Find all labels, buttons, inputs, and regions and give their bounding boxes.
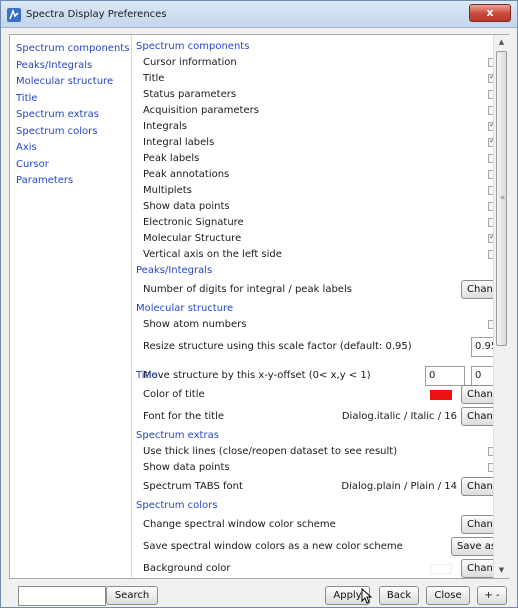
setting-row: Show atom numbers	[133, 317, 493, 333]
change-tabs-font-button[interactable]: Change	[461, 477, 493, 496]
window-title: Spectra Display Preferences	[26, 9, 167, 20]
setting-label: Peak labels	[143, 153, 200, 164]
setting-row: Title	[133, 71, 493, 87]
category-nav: Spectrum components Peaks/Integrals Mole…	[10, 35, 132, 578]
nav-item-parameters[interactable]: Parameters	[10, 173, 131, 190]
setting-label: Status parameters	[143, 89, 237, 100]
background-color-swatch	[430, 564, 452, 574]
back-button[interactable]: Back	[379, 586, 419, 605]
setting-row: Color of title Change	[133, 384, 493, 406]
setting-label: Show atom numbers	[143, 319, 247, 330]
setting-row: Cursor information	[133, 55, 493, 71]
setting-label: Electronic Signature	[143, 217, 244, 228]
preferences-window: Spectra Display Preferences x Spectrum c…	[0, 0, 518, 608]
setting-row: Save spectral window colors as a new col…	[133, 536, 493, 558]
setting-label: Use thick lines (close/reopen dataset to…	[143, 446, 398, 457]
section-header-spectrum-components: Spectrum components	[136, 41, 250, 52]
close-button[interactable]: Close	[426, 586, 470, 605]
setting-row: Status parameters	[133, 87, 493, 103]
section-header-molecular-structure: Molecular structure	[136, 303, 234, 314]
nav-item-spectrum-components[interactable]: Spectrum components	[10, 41, 131, 58]
app-icon	[7, 8, 21, 22]
scrollbar-thumb[interactable]: ≡	[496, 51, 507, 346]
vertical-scrollbar[interactable]: ▲ ≡ ▼	[493, 35, 509, 578]
setting-label: Multiplets	[143, 185, 192, 196]
search-input[interactable]	[18, 586, 106, 606]
nav-item-title[interactable]: Title	[10, 91, 131, 108]
section-header-peaks-integrals: Peaks/Integrals	[136, 265, 213, 276]
nav-item-cursor[interactable]: Cursor	[10, 157, 131, 174]
setting-label: Font for the title	[143, 411, 225, 422]
setting-label: Peak annotations	[143, 169, 230, 180]
setting-row: Peak labels	[133, 151, 493, 167]
setting-label: Background color	[143, 563, 231, 574]
title-font-value: Dialog.italic / Italic / 16	[341, 411, 457, 422]
setting-label: Cursor information	[143, 57, 237, 68]
change-title-color-button[interactable]: Change	[461, 385, 493, 404]
title-bar[interactable]: Spectra Display Preferences x	[1, 1, 517, 28]
setting-row: Integral labels	[133, 135, 493, 151]
nav-item-molecular-structure[interactable]: Molecular structure	[10, 74, 131, 91]
setting-label: Show data points	[143, 201, 230, 212]
setting-label: Save spectral window colors as a new col…	[143, 541, 403, 552]
setting-label: Vertical axis on the left side	[143, 249, 282, 260]
nav-item-axis[interactable]: Axis	[10, 140, 131, 157]
setting-row: Change spectral window color scheme Chan…	[133, 514, 493, 536]
grip-icon: ≡	[500, 194, 506, 201]
setting-label: Resize structure using this scale factor…	[143, 341, 412, 352]
section-header-spectrum-colors: Spectrum colors	[136, 500, 218, 511]
search-button[interactable]: Search	[106, 586, 158, 605]
setting-label: Acquisition parameters	[143, 105, 259, 116]
mouse-pointer-icon	[361, 588, 373, 604]
setting-row: Electronic Signature	[133, 215, 493, 231]
scroll-up-icon[interactable]: ▲	[494, 35, 509, 50]
setting-row: Acquisition parameters	[133, 103, 493, 119]
setting-row: Integrals	[133, 119, 493, 135]
setting-row: Spectrum TABS font Dialog.plain / Plain …	[133, 476, 493, 498]
setting-row: Peak annotations	[133, 167, 493, 183]
nav-item-spectrum-extras[interactable]: Spectrum extras	[10, 107, 131, 124]
section-header-spectrum-extras: Spectrum extras	[136, 430, 219, 441]
change-digits-button[interactable]: Change	[461, 280, 493, 299]
setting-label: Number of digits for integral / peak lab…	[143, 284, 352, 295]
setting-row: Show data points	[133, 199, 493, 215]
setting-row: Resize structure using this scale factor…	[133, 335, 493, 359]
section-header-title: Title	[136, 370, 158, 381]
setting-label: Spectrum TABS font	[143, 481, 243, 492]
setting-row: Molecular Structure	[133, 231, 493, 247]
settings-panel: Spectrum components Cursor information T…	[133, 35, 493, 578]
save-as-scheme-button[interactable]: Save as...	[451, 537, 493, 556]
change-color-scheme-button[interactable]: Change	[461, 515, 493, 534]
setting-label: Integrals	[143, 121, 187, 132]
setting-row: Use thick lines (close/reopen dataset to…	[133, 444, 493, 460]
setting-row: Multiplets	[133, 183, 493, 199]
setting-row: Background color Change	[133, 558, 493, 578]
preferences-content: Spectrum components Peaks/Integrals Mole…	[9, 34, 509, 579]
setting-row: Number of digits for integral / peak lab…	[133, 279, 493, 301]
scroll-down-icon[interactable]: ▼	[494, 563, 509, 578]
nav-item-spectrum-colors[interactable]: Spectrum colors	[10, 124, 131, 141]
bottom-toolbar: Search Apply Back Close + -	[1, 581, 517, 607]
zoom-button[interactable]: + -	[477, 586, 507, 605]
setting-label: Show data points	[143, 462, 230, 473]
scale-factor-input[interactable]: 0.95	[471, 337, 493, 357]
setting-row: Vertical axis on the left side	[133, 247, 493, 263]
tabs-font-value: Dialog.plain / Plain / 14	[341, 481, 457, 492]
close-window-button[interactable]: x	[469, 4, 511, 22]
setting-label: Title	[143, 73, 165, 84]
setting-label: Molecular Structure	[143, 233, 242, 244]
nav-item-peaks-integrals[interactable]: Peaks/Integrals	[10, 58, 131, 75]
change-background-color-button[interactable]: Change	[461, 559, 493, 578]
setting-label: Color of title	[143, 389, 205, 400]
setting-label: Change spectral window color scheme	[143, 519, 336, 530]
title-color-swatch	[430, 390, 452, 400]
setting-row: Show data points	[133, 460, 493, 476]
change-title-font-button[interactable]: Change	[461, 407, 493, 426]
setting-row: Font for the title Dialog.italic / Itali…	[133, 406, 493, 428]
setting-label: Integral labels	[143, 137, 215, 148]
